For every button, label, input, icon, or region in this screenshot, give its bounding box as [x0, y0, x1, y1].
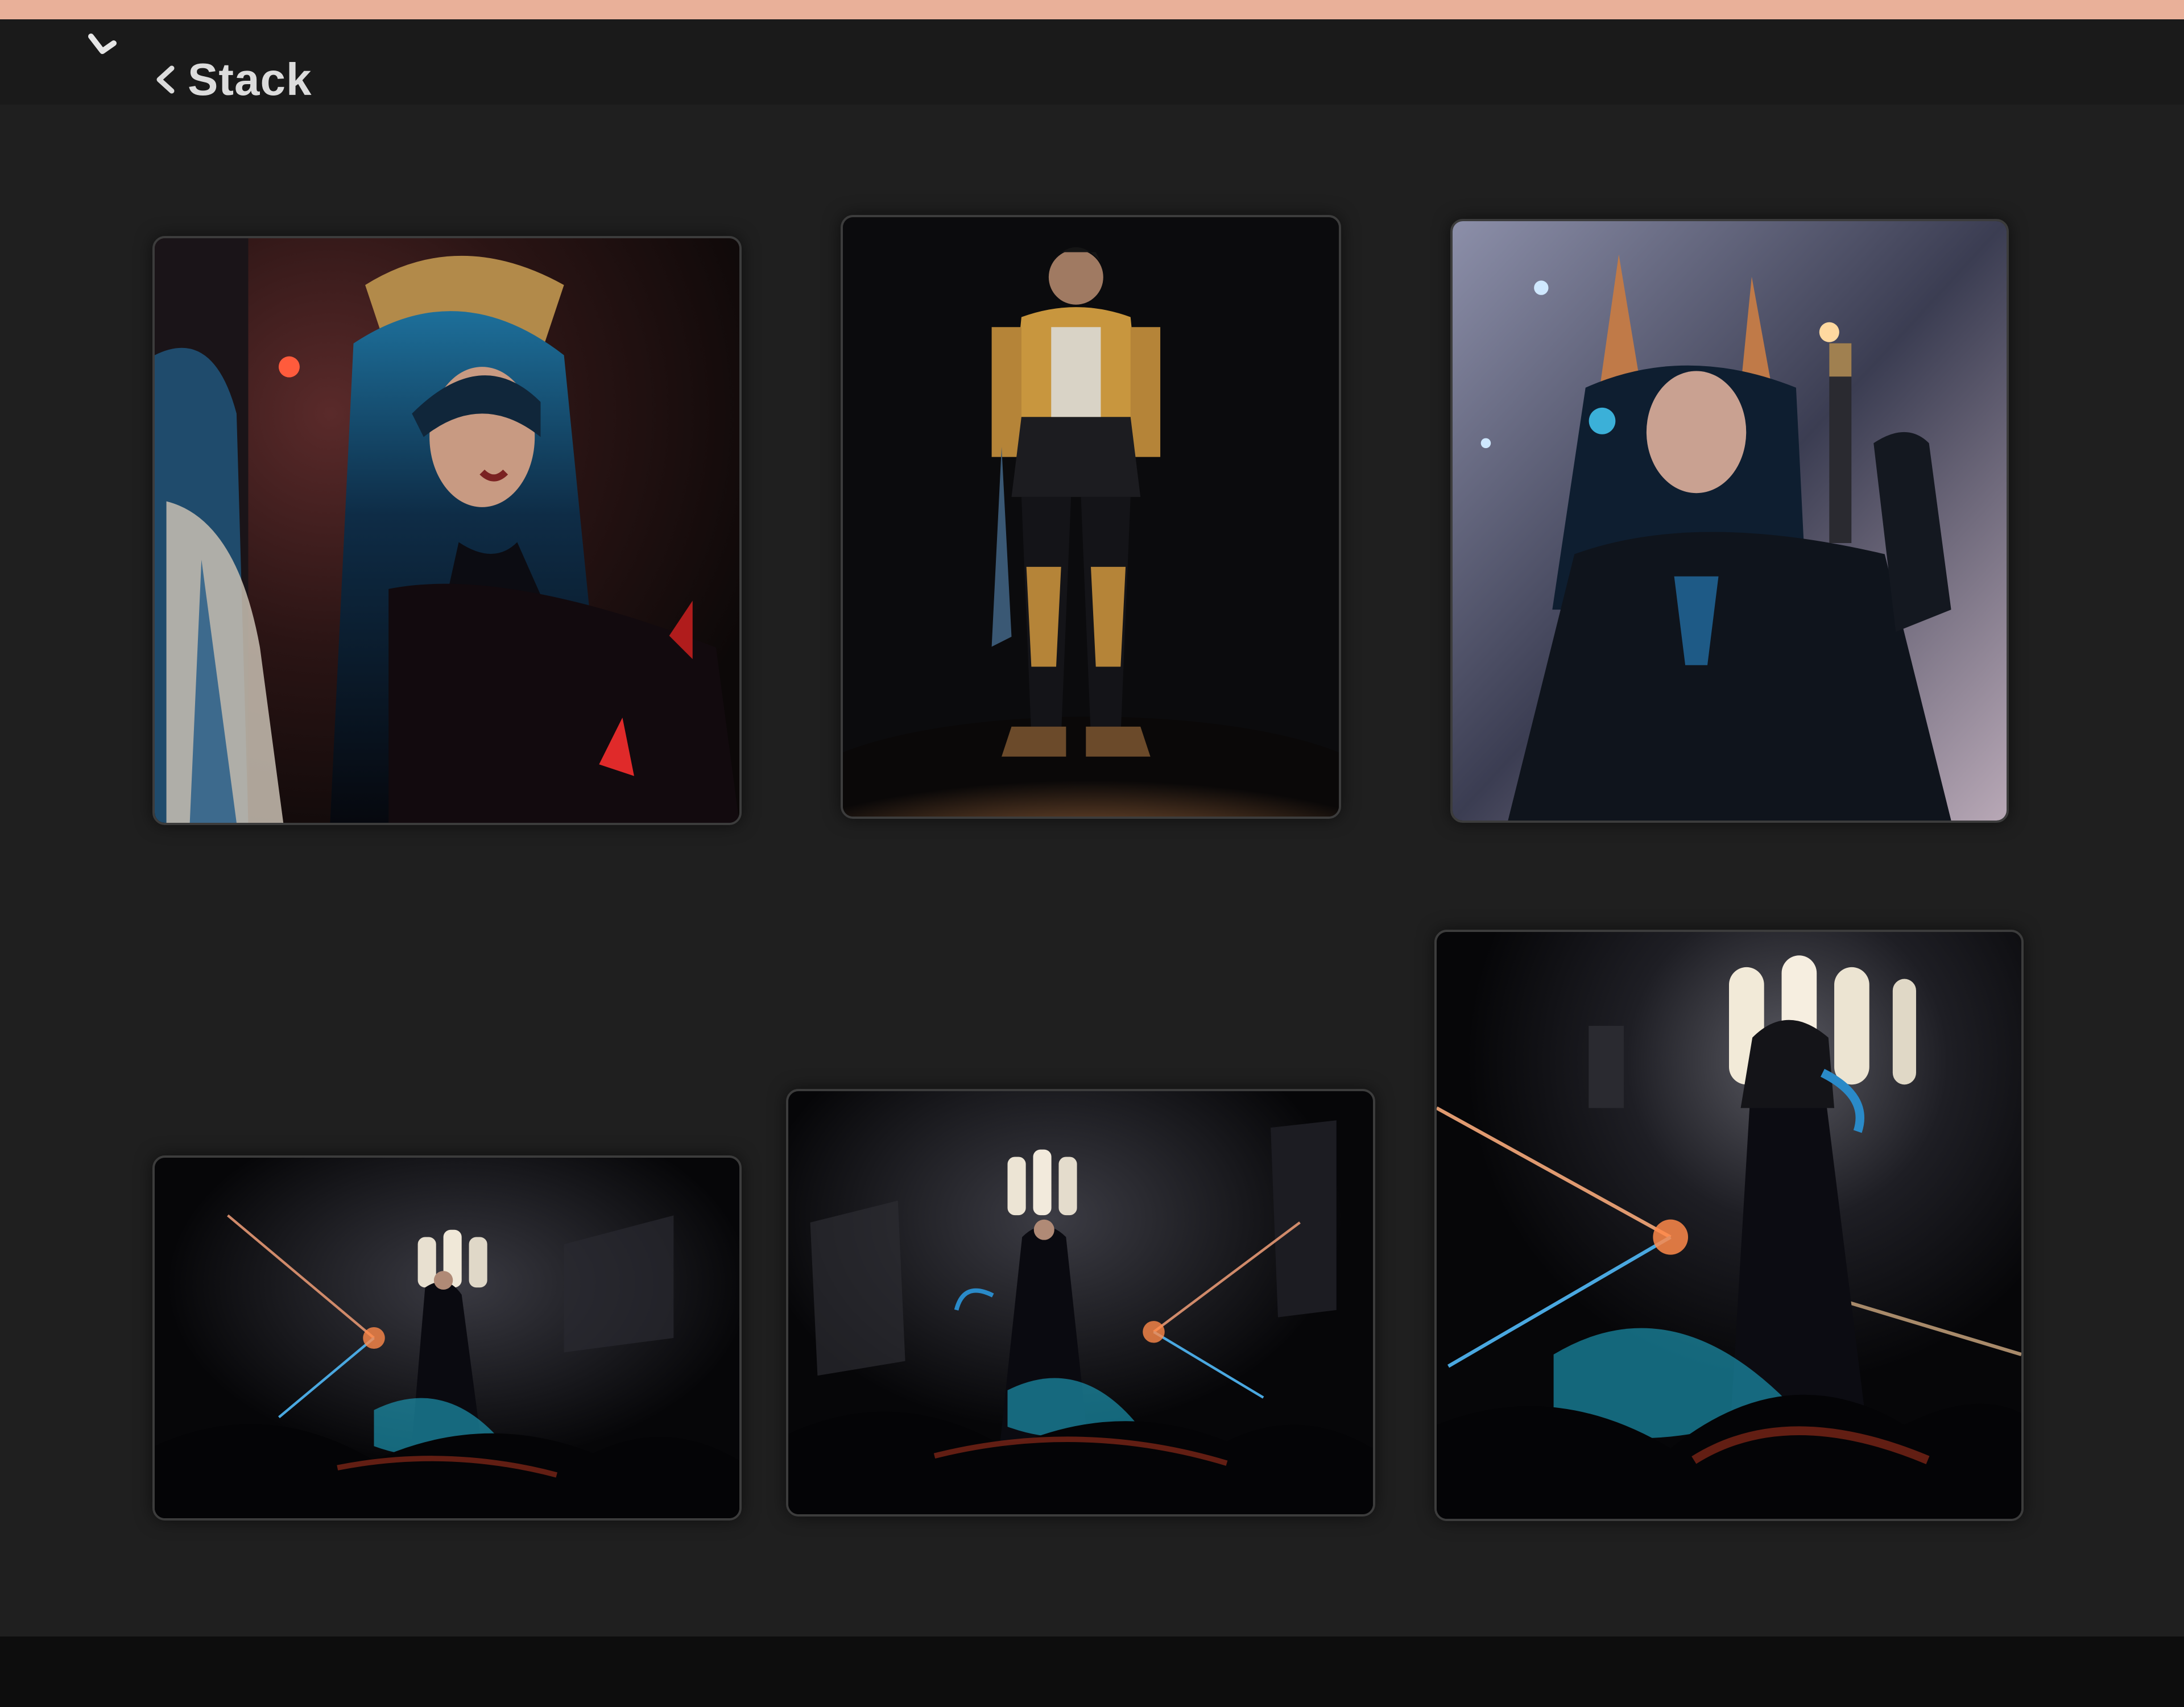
cavern-sorceress-thumbnail [155, 1158, 739, 1518]
gallery-image-2[interactable] [841, 215, 1341, 819]
top-accent-bar [0, 0, 2184, 19]
gallery-image-1[interactable] [152, 236, 742, 825]
chevron-left-icon [156, 65, 175, 94]
header-bar: Stack [0, 19, 2184, 105]
armored-knight-thumbnail [843, 217, 1339, 817]
bottom-bar [0, 1636, 2184, 1707]
cavern-sorceress-thumbnail [788, 1091, 1373, 1514]
gallery-image-4[interactable] [152, 1155, 742, 1520]
cavern-sorceress-closeup-thumbnail [1437, 932, 2021, 1519]
back-button[interactable]: Stack [152, 51, 312, 108]
sorceress-portrait-thumbnail [155, 238, 739, 823]
back-button-label: Stack [188, 54, 312, 105]
corner-arrow-icon [88, 34, 117, 54]
crowned-woman-thumbnail [1453, 221, 2007, 821]
gallery-image-3[interactable] [1450, 219, 2009, 823]
gallery-image-6[interactable] [1434, 930, 2024, 1521]
gallery-image-5[interactable] [786, 1089, 1375, 1517]
app-window: Stack [0, 0, 2184, 1707]
